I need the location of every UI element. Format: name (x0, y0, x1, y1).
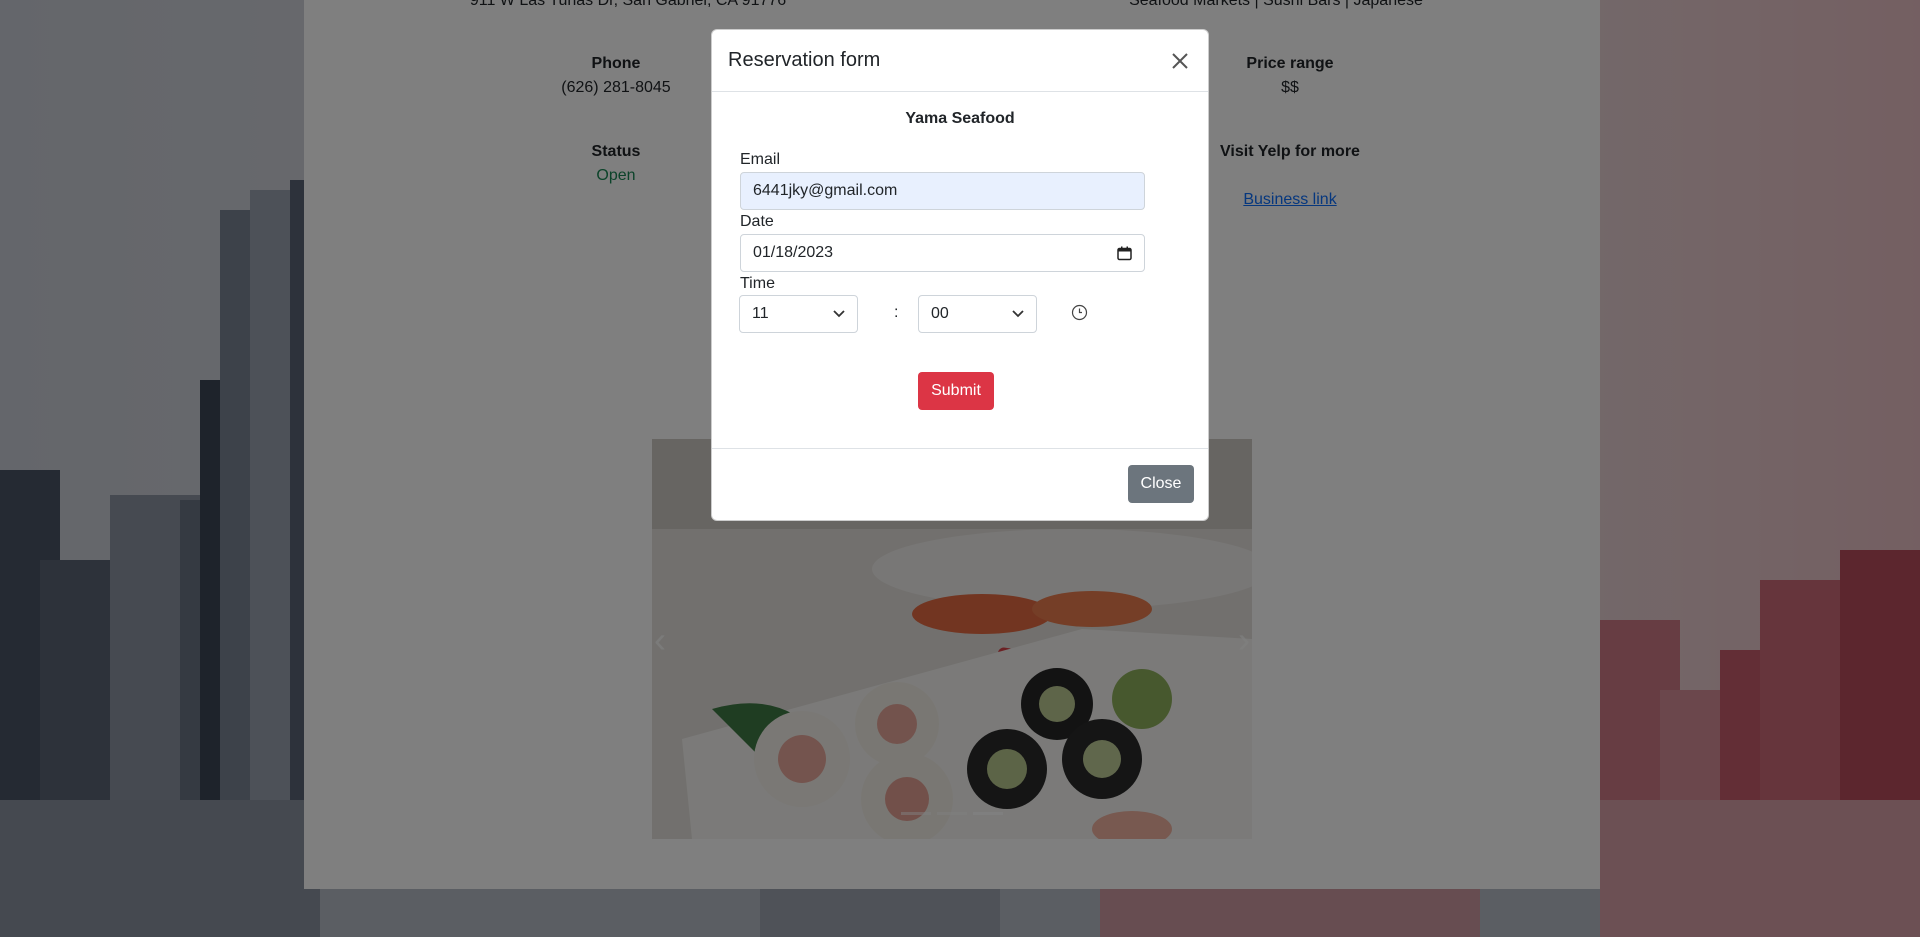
modal-header: Reservation form (712, 30, 1208, 92)
email-label: Email (740, 151, 781, 168)
close-icon[interactable] (1168, 49, 1192, 73)
submit-button[interactable]: Submit (918, 372, 994, 410)
calendar-icon[interactable] (1117, 246, 1132, 266)
time-label: Time (740, 275, 775, 292)
modal-title: Reservation form (728, 49, 881, 71)
minute-value: 00 (931, 305, 949, 322)
business-name: Yama Seafood (905, 110, 1015, 127)
hour-value: 11 (752, 305, 769, 322)
close-button[interactable]: Close (1128, 465, 1194, 503)
minute-select[interactable]: 00 (918, 295, 1037, 333)
email-field[interactable]: 6441jky@gmail.com (740, 172, 1145, 210)
hour-select[interactable]: 11 (739, 295, 858, 333)
email-value: 6441jky@gmail.com (753, 182, 898, 199)
date-label: Date (740, 213, 774, 230)
modal-footer: Close (712, 448, 1208, 520)
date-field[interactable]: 01/18/2023 (740, 234, 1145, 272)
date-value: 01/18/2023 (753, 244, 834, 261)
reservation-modal: Reservation form Yama Seafood Email 6441… (711, 29, 1209, 521)
chevron-down-icon (833, 305, 845, 323)
chevron-down-icon (1012, 305, 1024, 323)
clock-icon[interactable] (1071, 304, 1088, 326)
